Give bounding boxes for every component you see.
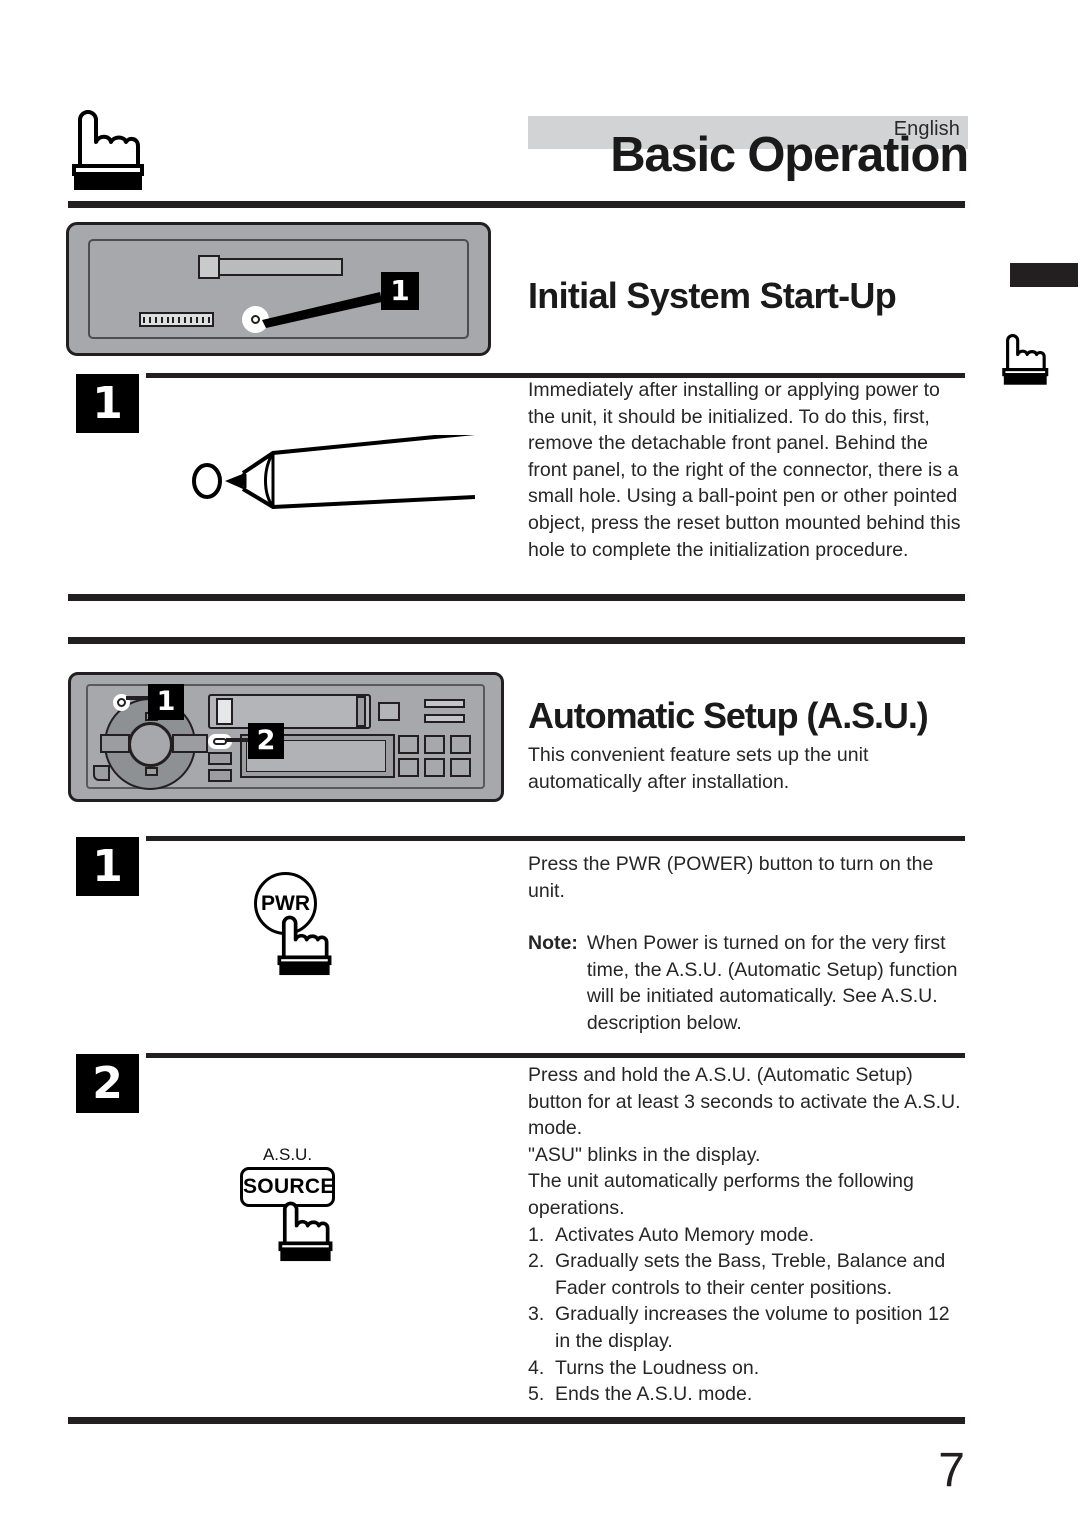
list-item: 2. Gradually sets the Bass, Treble, Balan… bbox=[528, 1248, 970, 1301]
note-body: When Power is turned on for the very fir… bbox=[586, 932, 958, 1034]
heading-automatic-setup: Automatic Setup (A.S.U.) bbox=[528, 695, 929, 736]
preset-key-1 bbox=[398, 735, 419, 754]
faceplate-illustration: 1 2 bbox=[68, 672, 504, 802]
divider-section-start bbox=[68, 637, 965, 644]
rotary-pad-left bbox=[100, 734, 130, 753]
list-item-text: Ends the A.S.U. mode. bbox=[555, 1383, 753, 1406]
rotary-knob bbox=[128, 722, 173, 767]
callout-1: 1 bbox=[381, 272, 419, 310]
step-badge-1-initial: 1 bbox=[76, 374, 139, 433]
side-button-1 bbox=[208, 752, 232, 765]
page-number: 7 bbox=[938, 1444, 965, 1497]
preset-key-3 bbox=[450, 735, 471, 754]
preset-key-6 bbox=[450, 758, 471, 777]
divider-top bbox=[68, 201, 965, 208]
list-item: 4. Turns the Loudness on. bbox=[528, 1355, 970, 1382]
initial-start-up-body: Immediately after installing or applying… bbox=[528, 379, 961, 561]
ballpoint-pen-illustration bbox=[192, 435, 475, 510]
heading-initial-system-start-up: Initial System Start-Up bbox=[528, 275, 897, 316]
pointing-hand-icon bbox=[60, 108, 152, 192]
divider-section-end bbox=[68, 594, 965, 601]
callout-leader-1 bbox=[126, 696, 150, 700]
device-slot-tab bbox=[198, 255, 220, 279]
list-item-number: 3. bbox=[528, 1303, 545, 1326]
rotary-pad-right bbox=[172, 734, 208, 753]
source-button-marker bbox=[213, 738, 227, 745]
preset-key-2 bbox=[424, 735, 445, 754]
pointing-hand-icon-pwr bbox=[269, 914, 337, 977]
asu-instruction: Press and hold the A.S.U. (Automatic Set… bbox=[528, 1064, 961, 1140]
list-item-text: Gradually sets the Bass, Treble, Balance… bbox=[555, 1250, 946, 1299]
callout-leader-2 bbox=[226, 738, 250, 742]
bar-button-2 bbox=[424, 714, 465, 723]
source-button-caption: A.S.U. bbox=[262, 1145, 313, 1164]
bar-button-1 bbox=[424, 699, 465, 708]
power-button-figure: PWR bbox=[248, 872, 358, 987]
faceplate-callout-1: 1 bbox=[148, 684, 184, 720]
rotary-pad-bottom bbox=[145, 767, 158, 776]
asu-operations-list: 1. Activates Auto Memory mode. 2. Gradually… bbox=[528, 1222, 970, 1408]
power-instruction: Press the PWR (POWER) button to turn on … bbox=[528, 853, 934, 902]
reset-hole-icon bbox=[251, 315, 260, 324]
cassette-slot-edge bbox=[356, 696, 366, 727]
pointing-hand-icon-right bbox=[995, 332, 1053, 387]
side-button-2 bbox=[208, 769, 232, 782]
device-front-illustration: 1 bbox=[66, 222, 491, 356]
preset-key-5 bbox=[424, 758, 445, 777]
list-item-number: 2. bbox=[528, 1250, 545, 1273]
preset-key-4 bbox=[398, 758, 419, 777]
automatic-setup-intro: This convenient feature sets up the unit… bbox=[528, 744, 869, 793]
cassette-slot-tab bbox=[216, 698, 233, 725]
list-item: 3. Gradually increases the volume to posi… bbox=[528, 1301, 970, 1354]
list-item: 1. Activates Auto Memory mode. bbox=[528, 1222, 970, 1249]
power-step-text: Press the PWR (POWER) button to turn on … bbox=[528, 851, 970, 1037]
divider-step-power bbox=[146, 836, 965, 841]
list-item: 5. Ends the A.S.U. mode. bbox=[528, 1381, 970, 1408]
asu-line-3: The unit automatically performs the foll… bbox=[528, 1170, 914, 1219]
page-title: Basic Operation bbox=[610, 128, 969, 182]
step-badge-2-asu: 2 bbox=[76, 1054, 139, 1113]
step-badge-1-power: 1 bbox=[76, 837, 139, 896]
callout-leader-line bbox=[262, 292, 382, 328]
asu-step-text: Press and hold the A.S.U. (Automatic Set… bbox=[528, 1062, 970, 1408]
power-note: Note: When Power is turned on for the ve… bbox=[528, 930, 970, 1036]
list-item-text: Gradually increases the volume to positi… bbox=[555, 1303, 950, 1352]
list-item-text: Turns the Loudness on. bbox=[555, 1356, 760, 1379]
source-button-figure: A.S.U. SOURCE bbox=[240, 1145, 370, 1290]
asu-line-2: "ASU" blinks in the display. bbox=[528, 1143, 761, 1166]
list-item-text: Activates Auto Memory mode. bbox=[555, 1223, 815, 1246]
divider-bottom bbox=[68, 1417, 965, 1424]
list-item-number: 1. bbox=[528, 1223, 545, 1246]
eject-button bbox=[378, 702, 400, 721]
divider-step-asu bbox=[146, 1053, 965, 1058]
device-connector-icon bbox=[139, 312, 214, 327]
note-label: Note: bbox=[528, 932, 578, 955]
faceplate-callout-2: 2 bbox=[248, 723, 284, 759]
thumb-index-tab bbox=[1010, 263, 1078, 287]
faceplate-release-corner bbox=[93, 765, 110, 781]
power-button-marker bbox=[117, 698, 126, 707]
list-item-number: 4. bbox=[528, 1356, 545, 1379]
pointing-hand-icon-source bbox=[270, 1200, 338, 1263]
list-item-number: 5. bbox=[528, 1383, 545, 1406]
